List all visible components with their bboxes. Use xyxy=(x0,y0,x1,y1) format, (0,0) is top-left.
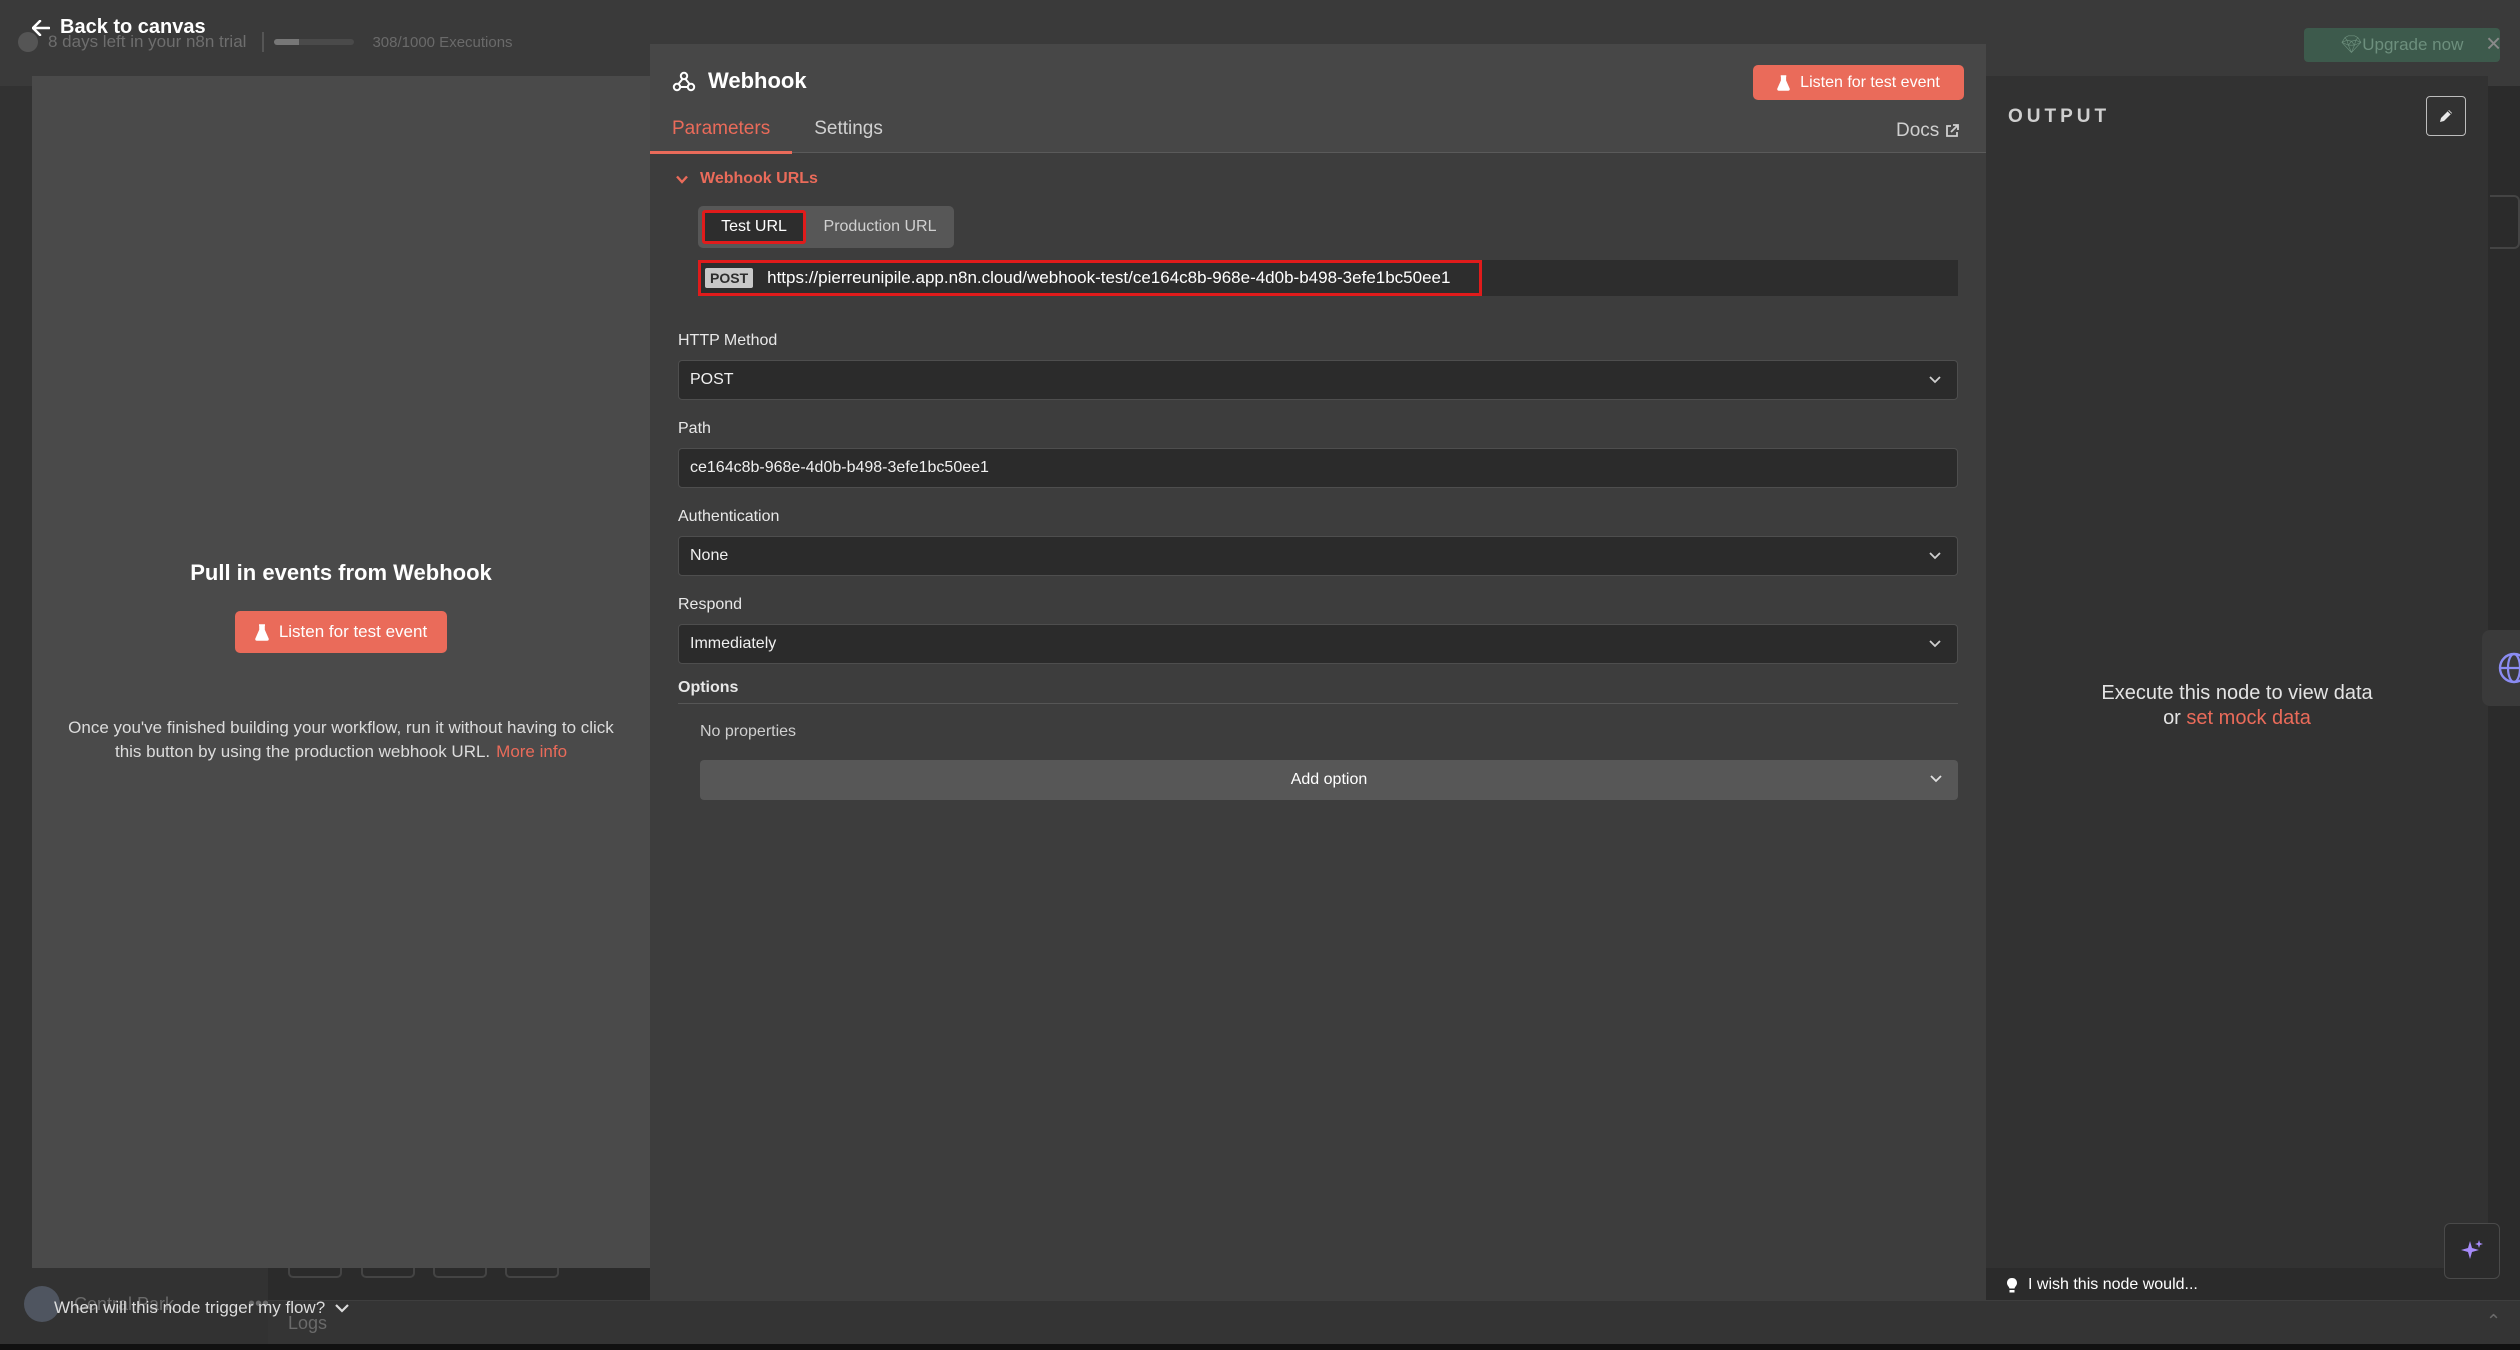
lightbulb-icon xyxy=(2007,1277,2017,1292)
chevron-up-icon[interactable]: ⌃ xyxy=(2486,1311,2501,1332)
feedback-wish[interactable]: I wish this node would... xyxy=(2006,1276,2198,1294)
node-tabs: Parameters Settings xyxy=(650,114,905,154)
more-info-link[interactable]: More info xyxy=(496,742,567,761)
close-icon[interactable]: × xyxy=(2486,30,2501,56)
tab-parameters[interactable]: Parameters xyxy=(650,114,793,154)
http-method-value: POST xyxy=(690,371,734,388)
flask-icon xyxy=(255,623,269,641)
url-type-switch: Test URL Production URL xyxy=(698,206,954,248)
listen-test-event-header-button[interactable]: Listen for test event xyxy=(1753,65,1964,100)
divider xyxy=(262,32,265,52)
upgrade-label: Upgrade now xyxy=(2362,35,2464,54)
input-panel-description: Once you've finished building your workf… xyxy=(56,716,626,764)
listen-label: Listen for test event xyxy=(1800,73,1940,91)
add-option-button[interactable]: Add option xyxy=(700,760,1958,800)
listen-test-event-button[interactable]: Listen for test event xyxy=(235,611,447,653)
logs-bar[interactable]: Logs ⌃ xyxy=(268,1300,2520,1344)
chevron-down-icon xyxy=(1930,775,1942,783)
empty-line-2: or set mock data xyxy=(1986,706,2488,731)
no-properties-text: No properties xyxy=(700,723,797,740)
trigger-question-label: When will this node trigger my flow? xyxy=(54,1298,326,1317)
options-label: Options xyxy=(678,679,739,696)
authentication-value: None xyxy=(690,547,729,564)
tab-production-url[interactable]: Production URL xyxy=(810,210,950,244)
arrow-left-icon xyxy=(32,19,50,36)
webhook-urls-toggle[interactable]: Webhook URLs xyxy=(676,170,818,188)
docs-label: Docs xyxy=(1896,120,1940,141)
bottom-strip xyxy=(0,1344,2520,1350)
node-parameters-panel: Webhook Listen for test event Parameters… xyxy=(650,44,1986,1300)
path-input[interactable]: ce164c8b-968e-4d0b-b498-3efe1bc50ee1 xyxy=(678,448,1958,488)
node-title: Webhook xyxy=(672,68,807,94)
ai-assistant-button[interactable] xyxy=(2444,1223,2500,1279)
webhook-url-highlight[interactable]: POST https://pierreunipile.app.n8n.cloud… xyxy=(698,260,1482,296)
edit-output-button[interactable] xyxy=(2426,96,2466,136)
back-to-canvas-button[interactable]: Back to canvas xyxy=(32,16,206,39)
output-empty-state: Execute this node to view data or set mo… xyxy=(1986,681,2488,731)
respond-select[interactable]: Immediately xyxy=(678,624,1958,664)
node-header: Webhook Listen for test event Parameters… xyxy=(650,44,1986,154)
tab-test-url[interactable]: Test URL xyxy=(702,210,806,244)
tab-settings[interactable]: Settings xyxy=(792,114,905,154)
globe-side-tab[interactable] xyxy=(2482,630,2520,706)
http-method-label: HTTP Method xyxy=(678,332,778,349)
respond-label: Respond xyxy=(678,596,743,613)
back-label: Back to canvas xyxy=(60,16,206,38)
chevron-down-icon xyxy=(335,1304,349,1313)
executions-progress-fill xyxy=(274,39,300,45)
webhook-urls-label: Webhook URLs xyxy=(700,170,818,187)
flask-icon xyxy=(1777,74,1790,91)
path-value: ce164c8b-968e-4d0b-b498-3efe1bc50ee1 xyxy=(690,459,989,476)
or-text: or xyxy=(2163,707,2181,729)
docs-link[interactable]: Docs xyxy=(1896,120,1960,142)
chevron-down-icon xyxy=(1929,552,1941,560)
path-label: Path xyxy=(678,420,711,437)
chevron-down-icon xyxy=(1929,640,1941,648)
set-mock-data-link[interactable]: set mock data xyxy=(2186,707,2311,729)
sparkle-icon xyxy=(2461,1240,2483,1259)
webhook-icon xyxy=(672,71,696,92)
executions-count: 308/1000 Executions xyxy=(372,33,513,51)
pencil-icon xyxy=(2440,110,2452,122)
trigger-question-toggle[interactable]: When will this node trigger my flow? xyxy=(54,1298,349,1318)
node-title-text: Webhook xyxy=(708,68,807,93)
globe-icon xyxy=(2498,652,2520,684)
input-panel-title: Pull in events from Webhook xyxy=(190,560,492,585)
empty-line-1: Execute this node to view data xyxy=(2101,682,2373,704)
authentication-label: Authentication xyxy=(678,508,780,525)
canvas-side-control xyxy=(2490,195,2520,249)
webhook-url-text[interactable]: https://pierreunipile.app.n8n.cloud/webh… xyxy=(767,268,1450,288)
add-option-label: Add option xyxy=(1290,771,1368,788)
respond-value: Immediately xyxy=(690,635,777,652)
divider xyxy=(678,703,1958,704)
upgrade-button[interactable]: 💎︎ Upgrade now xyxy=(2304,28,2500,62)
input-panel: Pull in events from Webhook Listen for t… xyxy=(32,76,650,1317)
authentication-select[interactable]: None xyxy=(678,536,1958,576)
wish-text: I wish this node would... xyxy=(2028,1276,2198,1293)
output-panel: OUTPUT Execute this node to view data or… xyxy=(1986,76,2488,1268)
external-link-icon xyxy=(1946,124,1960,137)
http-method-select[interactable]: POST xyxy=(678,360,1958,400)
listen-label: Listen for test event xyxy=(278,622,428,641)
webhook-url-box[interactable]: POST https://pierreunipile.app.n8n.cloud… xyxy=(698,260,1958,296)
executions-progress-bar xyxy=(274,39,355,45)
chevron-down-icon xyxy=(1929,376,1941,384)
gem-icon: 💎︎ xyxy=(2340,35,2363,54)
method-badge: POST xyxy=(705,268,754,288)
output-title: OUTPUT xyxy=(2008,106,2111,127)
chevron-down-icon xyxy=(676,175,688,184)
